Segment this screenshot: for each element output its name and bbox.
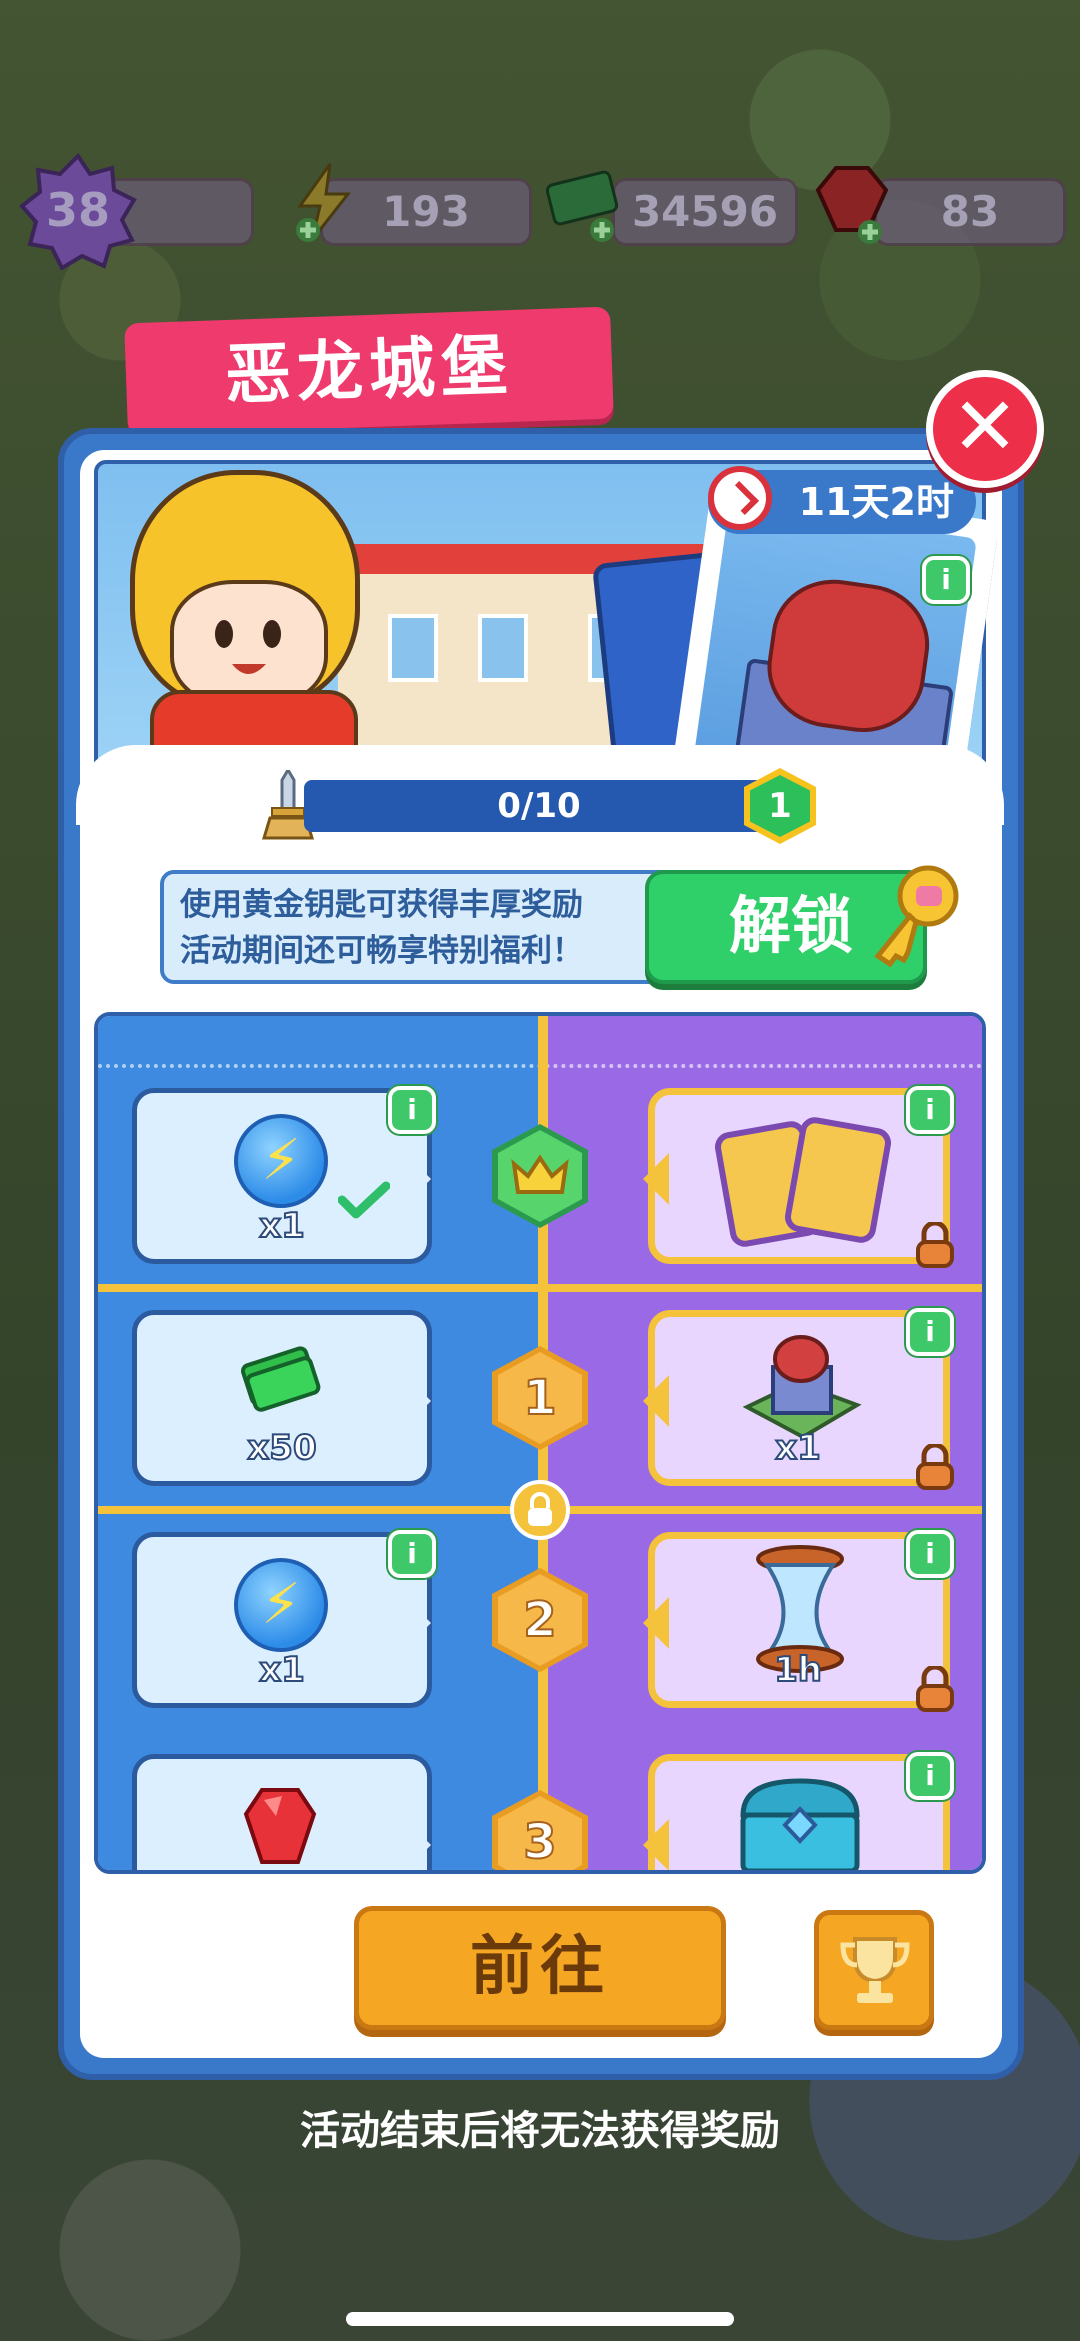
energy-value: 193 xyxy=(382,187,470,236)
banner-info-icon[interactable]: i xyxy=(922,556,970,604)
free-reward-info-icon[interactable]: i xyxy=(388,1086,436,1134)
lock-icon xyxy=(914,1220,956,1268)
crown-icon xyxy=(498,1130,582,1222)
home-indicator[interactable] xyxy=(346,2312,734,2326)
free-reward-qty: x50 xyxy=(246,1427,317,1469)
level-badge-icon: 38 xyxy=(18,150,138,271)
energy-orb-icon: ⚡ xyxy=(234,1558,328,1652)
cash-counter[interactable]: 34596 xyxy=(612,178,798,246)
tier-number: 1 xyxy=(498,1352,582,1444)
energy-icon xyxy=(282,160,366,244)
cash-icon xyxy=(542,160,626,244)
event-title: 恶龙城堡 xyxy=(124,306,614,436)
level-value: 38 xyxy=(45,183,110,237)
progress-text: 0/10 xyxy=(497,786,581,826)
free-reward-info-icon[interactable]: i xyxy=(388,1530,436,1578)
premium-reward-qty: x1 xyxy=(774,1427,822,1469)
unlock-line-1: 使用黄金钥匙可获得丰厚奖励 xyxy=(180,887,583,923)
gem-icon xyxy=(810,160,894,244)
lock-icon xyxy=(914,1442,956,1490)
premium-reward-skill-cards[interactable] xyxy=(643,1088,950,1264)
row-divider xyxy=(98,1284,982,1292)
cash-stack-icon xyxy=(238,1342,322,1416)
clock-icon xyxy=(708,466,772,530)
free-reward-qty: x1 xyxy=(258,1649,306,1691)
lock-icon xyxy=(914,1664,956,1712)
premium-reward-info-icon[interactable]: i xyxy=(906,1086,954,1134)
tier-number: 3 xyxy=(498,1796,582,1870)
premium-reward-chest[interactable] xyxy=(643,1754,950,1870)
red-gem-icon xyxy=(242,1786,318,1870)
premium-reward-qty: 1h xyxy=(773,1649,823,1691)
claimed-check-icon xyxy=(337,1180,391,1220)
premium-reward-info-icon[interactable]: i xyxy=(906,1752,954,1800)
tier-number: 2 xyxy=(498,1574,582,1666)
premium-reward-info-icon[interactable]: i xyxy=(906,1530,954,1578)
reward-row-clip: 3 xyxy=(94,1754,986,1870)
energy-orb-icon: ⚡ xyxy=(234,1114,328,1208)
unlock-description: 使用黄金钥匙可获得丰厚奖励 活动期间还可畅享特别福利！ xyxy=(180,882,650,974)
golden-key-icon xyxy=(866,860,966,970)
footer-note: 活动结束后将无法获得奖励 xyxy=(300,2108,780,2154)
premium-lock-divider-icon xyxy=(510,1480,570,1540)
leaderboard-button[interactable] xyxy=(814,1910,934,2030)
gems-counter[interactable]: 83 xyxy=(874,178,1066,246)
tier-node: 3 xyxy=(492,1790,588,1870)
character-face xyxy=(170,580,328,708)
cash-value: 34596 xyxy=(631,187,779,236)
window-deco xyxy=(388,614,438,682)
close-button[interactable]: ✕ xyxy=(926,370,1044,488)
premium-reward-info-icon[interactable]: i xyxy=(906,1308,954,1356)
gems-value: 83 xyxy=(940,187,1000,236)
unlock-line-2: 活动期间还可畅享特别福利！ xyxy=(180,933,583,969)
go-button[interactable]: 前往 xyxy=(354,1906,726,2030)
window-deco xyxy=(478,614,528,682)
